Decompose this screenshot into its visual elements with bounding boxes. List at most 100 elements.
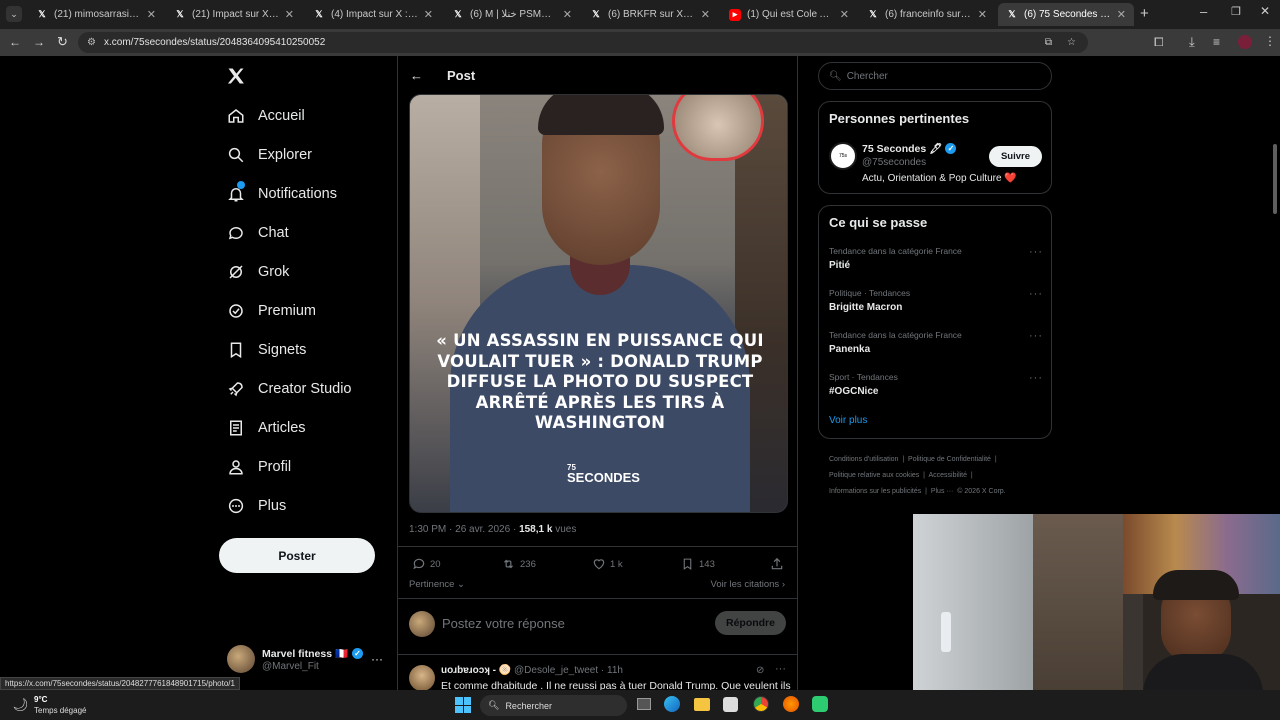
trend-more-icon[interactable]: ···	[1029, 246, 1043, 258]
close-tab-icon[interactable]: ✕	[563, 8, 572, 21]
edge-icon[interactable]	[664, 696, 680, 712]
repost-action[interactable]: 236	[501, 557, 536, 571]
weather-temp[interactable]: 9°C	[34, 695, 47, 704]
close-tab-icon[interactable]: ✕	[701, 8, 710, 21]
windows-start-icon[interactable]	[455, 697, 471, 713]
browser-tab[interactable]: 𝕏 (21) mimosarrasin 🔒 sur ✕	[28, 3, 164, 26]
menu-icon[interactable]: ⋮	[1264, 34, 1276, 48]
trend-item[interactable]: Tendance dans la catégorie France Panenka…	[829, 330, 1043, 355]
trend-more-icon[interactable]: ···	[1029, 330, 1043, 342]
site-info-icon[interactable]: ⚙	[87, 32, 96, 53]
browser-tab[interactable]: 𝕏 (21) Impact sur X : "🚨FR ✕	[166, 3, 302, 26]
firefox-icon[interactable]	[783, 696, 799, 712]
close-tab-icon[interactable]: ✕	[978, 8, 987, 21]
like-action[interactable]: 1 k	[592, 557, 623, 571]
browser-tab[interactable]: 𝕏 (6) franceinfo sur X : "🔴 ✕	[859, 3, 995, 26]
trend-more-icon[interactable]: ···	[1029, 372, 1043, 384]
profile-avatar[interactable]	[1238, 35, 1252, 49]
search-input[interactable]: 🔍︎ Chercher	[818, 62, 1052, 90]
weather-desc[interactable]: Temps dégagé	[34, 706, 86, 715]
chrome-icon[interactable]	[753, 696, 769, 712]
share-icon[interactable]	[770, 557, 784, 571]
file-explorer-icon[interactable]	[694, 698, 710, 711]
post-button[interactable]: Poster	[219, 538, 375, 573]
browser-tab[interactable]: 𝕏 (4) Impact sur X : "FR "Au ✕	[305, 3, 441, 26]
terms-link[interactable]: Conditions d'utilisation	[829, 456, 898, 463]
relevant-name-row[interactable]: 75 Secondes 🖋 ✓	[862, 142, 957, 155]
post-time[interactable]: 1:30 PM · 26 avr. 2026 ·	[409, 524, 519, 535]
cookies-link[interactable]: Politique relative aux cookies	[829, 472, 919, 479]
close-tab-icon[interactable]: ✕	[424, 8, 433, 21]
back-icon[interactable]: ←	[9, 35, 21, 49]
sort-dropdown[interactable]: Pertinence ⌄	[409, 579, 465, 590]
privacy-link[interactable]: Politique de Confidentialité	[908, 456, 991, 463]
restore-button[interactable]: ❐	[1231, 5, 1241, 18]
image-hair	[538, 95, 664, 135]
account-name-row[interactable]: Marvel fitness 🇫🇷 ✓	[262, 647, 364, 660]
trend-item[interactable]: Politique · Tendances Brigitte Macron ···	[829, 288, 1043, 313]
sidebar-item-chat[interactable]: Chat	[226, 221, 289, 245]
sidebar-item-notifications[interactable]: Notifications	[226, 181, 337, 206]
browser-tab[interactable]: 𝕏 (6) 75 Secondes 🖋 sur X ✕	[998, 3, 1134, 26]
weather-moon-icon[interactable]: 🌙︎	[12, 697, 29, 713]
sidebar-item-signets[interactable]: Signets	[226, 338, 306, 362]
close-window-button[interactable]: ✕	[1260, 4, 1270, 18]
browser-tab[interactable]: ▸ (1) Qui est Cole Allen, l'en ✕	[721, 3, 857, 26]
sidebar-item-articles[interactable]: Articles	[226, 416, 306, 440]
download-icon[interactable]: ⤓	[1189, 34, 1195, 50]
sidebar-item-plus[interactable]: Plus	[226, 494, 286, 518]
url-input[interactable]: ⚙ x.com/75secondes/status/20483640954102…	[78, 32, 1088, 53]
trend-more-icon[interactable]: ···	[1029, 288, 1043, 300]
show-more-link[interactable]: Voir plus	[829, 415, 867, 426]
reply-more-icon[interactable]: ···	[775, 663, 786, 675]
minimize-button[interactable]: –	[1200, 4, 1207, 19]
quotes-link[interactable]: Voir les citations ›	[711, 579, 785, 590]
new-tab-button[interactable]: +	[1140, 5, 1149, 22]
close-tab-icon[interactable]: ✕	[147, 8, 156, 21]
close-tab-icon[interactable]: ✕	[285, 8, 294, 21]
reload-icon[interactable]: ↻	[57, 34, 68, 50]
reply-input[interactable]: Postez votre réponse	[442, 616, 565, 631]
account-avatar[interactable]	[227, 645, 255, 673]
media-icon[interactable]: ≡	[1213, 35, 1220, 49]
post-image[interactable]: « UN ASSASSIN EN PUISSANCE QUI VOULAIT T…	[409, 94, 788, 513]
sidebar-item-grok[interactable]: Grok	[226, 260, 289, 284]
follow-button[interactable]: Suivre	[989, 146, 1042, 167]
back-arrow-icon[interactable]: ←	[410, 68, 423, 83]
trend-item[interactable]: Tendance dans la catégorie France Pitié ··…	[829, 246, 1043, 271]
close-tab-icon[interactable]: ✕	[1117, 8, 1126, 21]
grok-icon[interactable]: ⊘	[756, 665, 764, 676]
bookmark-star-icon[interactable]: ☆	[1067, 32, 1076, 53]
account-more-icon[interactable]: ···	[371, 652, 383, 666]
forward-icon[interactable]: →	[33, 35, 45, 49]
x-logo-icon[interactable]	[226, 66, 246, 86]
taskbar-search[interactable]: 🔍︎ Rechercher	[480, 695, 627, 716]
store-icon[interactable]	[723, 697, 738, 712]
sidebar-item-explorer[interactable]: Explorer	[226, 143, 312, 167]
install-icon[interactable]: ⧉	[1045, 32, 1052, 53]
reply-author-name[interactable]: uoɹbɐɹoɔʞ - 🫓	[441, 665, 511, 676]
app-icon[interactable]	[812, 696, 828, 712]
reply-button[interactable]: Répondre	[715, 611, 786, 635]
reply-action[interactable]: 20	[412, 557, 441, 571]
relevant-avatar[interactable]: 75s	[829, 142, 857, 170]
browser-tab[interactable]: 𝕏 (6) BRKFR sur X : "ce que l ✕	[582, 3, 718, 26]
reply-author-avatar[interactable]	[409, 665, 435, 690]
sidebar-item-premium[interactable]: Premium	[226, 299, 316, 323]
bookmark-action[interactable]: 143	[681, 557, 715, 571]
sidebar-item-creator-studio[interactable]: Creator Studio	[226, 377, 352, 401]
close-tab-icon[interactable]: ✕	[840, 8, 849, 21]
task-view-icon[interactable]	[637, 698, 651, 710]
browser-tab[interactable]: 𝕏 (6) M | خنلا PSMA sur X : "I ✕	[444, 3, 580, 26]
sidebar-item-profil[interactable]: Profil	[226, 455, 291, 479]
tab-search-button[interactable]: ⌄	[6, 6, 22, 22]
sidebar-item-accueil[interactable]: Accueil	[226, 104, 305, 128]
extensions-icon[interactable]: ⧠	[1154, 35, 1164, 50]
scrollbar-thumb[interactable]	[1273, 144, 1277, 214]
accessibility-link[interactable]: Accessibilité	[929, 472, 968, 479]
ads-info-link[interactable]: Informations sur les publicités	[829, 488, 921, 495]
trend-name: Panenka	[829, 344, 871, 355]
trend-item[interactable]: Sport · Tendances #OGCNice ···	[829, 372, 1043, 397]
footer-more-link[interactable]: Plus ···	[931, 488, 954, 495]
account-name: Marvel fitness 🇫🇷	[262, 648, 349, 660]
